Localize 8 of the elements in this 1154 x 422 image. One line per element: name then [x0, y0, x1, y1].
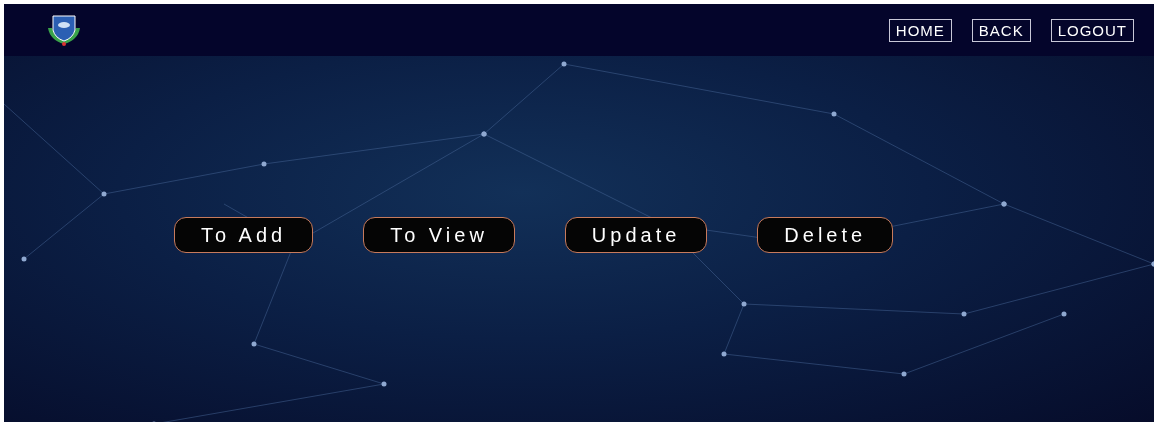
- shield-logo-icon: [46, 14, 82, 46]
- action-button[interactable]: Delete: [757, 217, 894, 253]
- nav-link[interactable]: HOME: [888, 18, 952, 42]
- nav-link[interactable]: LOGOUT: [1050, 18, 1134, 42]
- action-button[interactable]: To Add: [174, 217, 314, 253]
- action-button[interactable]: To View: [363, 217, 515, 253]
- action-button[interactable]: Update: [564, 217, 708, 253]
- nav-link[interactable]: BACK: [971, 18, 1031, 42]
